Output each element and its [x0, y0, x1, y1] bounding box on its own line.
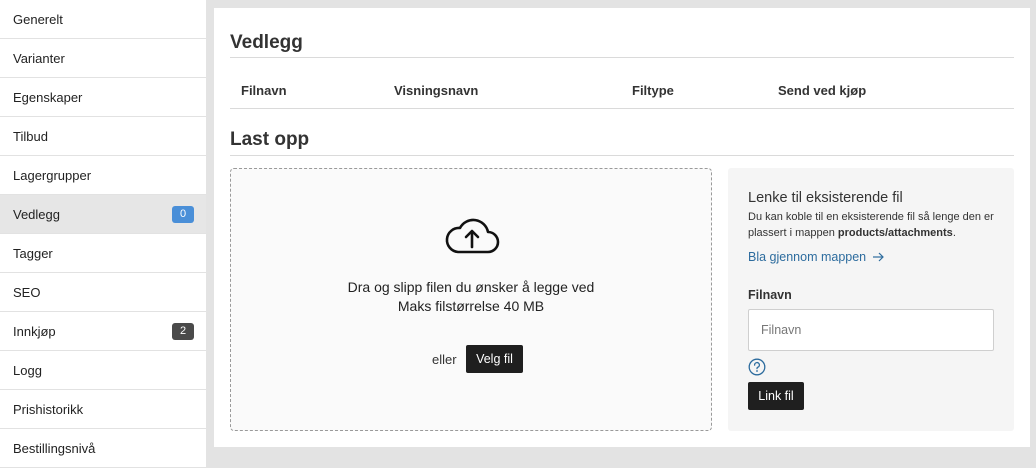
table-divider [230, 108, 1014, 109]
sidebar-item-tilbud[interactable]: Tilbud [0, 117, 206, 156]
sidebar-item-prishistorikk[interactable]: Prishistorikk [0, 390, 206, 429]
description-suffix: . [952, 227, 956, 239]
sidebar-item-label: Egenskaper [13, 89, 83, 105]
sidebar-item-seo[interactable]: SEO [0, 273, 206, 312]
column-header-send-ved-kjop: Send ved kjøp [778, 83, 867, 98]
sidebar-item-label: Vedlegg [13, 206, 60, 222]
count-badge: 2 [172, 322, 194, 340]
sidebar-item-label: Lagergrupper [13, 167, 92, 183]
link-existing-file-panel: Lenke til eksisterende fil Du kan koble … [728, 168, 1014, 431]
sidebar: Generelt Varianter Egenskaper Tilbud Lag… [0, 0, 206, 468]
sidebar-item-label: Logg [13, 362, 42, 378]
sidebar-item-egenskaper[interactable]: Egenskaper [0, 78, 206, 117]
drop-instructions: Dra og slipp filen du ønsker å legge ved [347, 279, 595, 295]
link-file-button[interactable]: Link fil [748, 382, 804, 410]
upload-divider [230, 155, 1014, 156]
browse-folder-label: Bla gjennom mappen [748, 250, 867, 264]
sidebar-item-lagergrupper[interactable]: Lagergrupper [0, 156, 206, 195]
cloud-upload-icon [445, 218, 500, 254]
sidebar-item-label: SEO [13, 284, 41, 300]
column-header-filtype: Filtype [632, 83, 674, 98]
count-badge: 0 [172, 205, 194, 223]
sidebar-item-label: Tagger [13, 245, 53, 261]
arrow-right-icon [873, 252, 884, 262]
link-panel-description: Du kan koble til en eksisterende fil så … [748, 209, 1000, 241]
sidebar-item-varianter[interactable]: Varianter [0, 39, 206, 78]
column-header-visningsnavn: Visningsnavn [394, 83, 479, 98]
choose-file-button[interactable]: Velg fil [466, 345, 523, 373]
main-panel: Vedlegg Filnavn Visningsnavn Filtype Sen… [214, 8, 1030, 447]
sidebar-item-label: Bestillingsnivå [13, 440, 96, 456]
help-icon[interactable] [748, 358, 766, 376]
browse-folder-link[interactable]: Bla gjennom mappen [748, 250, 884, 264]
filename-label: Filnavn [748, 288, 792, 302]
filename-input[interactable] [748, 309, 994, 351]
sidebar-item-label: Tilbud [13, 128, 48, 144]
sidebar-item-innkjop[interactable]: Innkjøp 2 [0, 312, 206, 351]
sidebar-item-logg[interactable]: Logg [0, 351, 206, 390]
file-dropzone[interactable]: Dra og slipp filen du ønsker å legge ved… [230, 168, 712, 431]
sidebar-item-label: Generelt [13, 11, 63, 27]
title-divider [230, 57, 1014, 58]
sidebar-item-generelt[interactable]: Generelt [0, 0, 206, 39]
link-panel-title: Lenke til eksisterende fil [748, 190, 903, 206]
sidebar-item-label: Varianter [13, 50, 65, 66]
sidebar-item-tagger[interactable]: Tagger [0, 234, 206, 273]
sidebar-item-vedlegg[interactable]: Vedlegg 0 [0, 195, 206, 234]
folder-path: products/attachments [837, 227, 953, 239]
column-header-filnavn: Filnavn [241, 83, 287, 98]
upload-title: Last opp [230, 129, 310, 150]
sidebar-item-bestillingsniva[interactable]: Bestillingsnivå [0, 429, 206, 468]
attachments-title: Vedlegg [230, 32, 303, 53]
or-text: eller [432, 352, 457, 367]
max-size-text: Maks filstørrelse 40 MB [397, 298, 545, 314]
sidebar-item-label: Innkjøp [13, 323, 56, 339]
sidebar-item-label: Prishistorikk [13, 401, 84, 417]
